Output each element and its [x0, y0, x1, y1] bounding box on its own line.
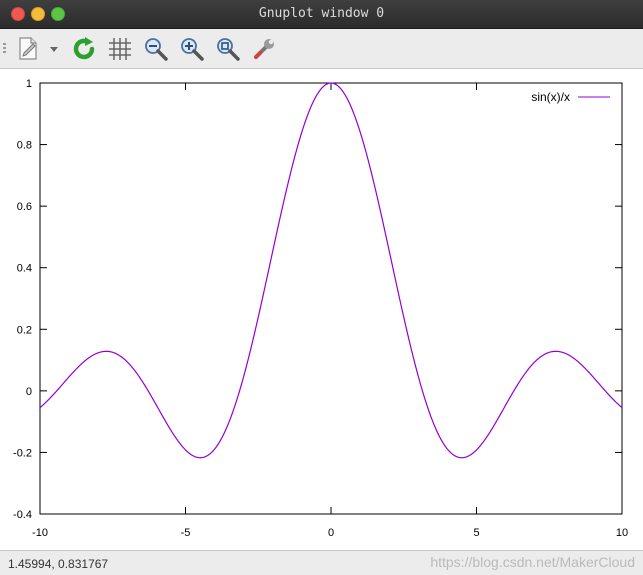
- zoom-out-icon: [145, 38, 168, 61]
- series-line-sinc: [39, 82, 623, 459]
- replot-icon: [73, 37, 95, 60]
- zoom-out-button[interactable]: [142, 35, 170, 63]
- window-title: Gnuplot window 0: [258, 6, 385, 21]
- zoom-in-button[interactable]: [178, 35, 206, 63]
- plot-border: [39, 82, 623, 515]
- x-tick-label: 10: [616, 527, 628, 539]
- replot-button[interactable]: [70, 35, 98, 63]
- configuration-button[interactable]: [250, 35, 278, 63]
- copy-clipboard-icon: [19, 37, 37, 60]
- legend-label-sinc: sin(x)/x: [531, 90, 570, 104]
- y-tick-label: 0: [26, 386, 32, 398]
- grid-icon: [109, 38, 131, 60]
- clipboard-menu-button[interactable]: [46, 35, 62, 63]
- toolbar: [0, 29, 643, 69]
- y-tick-label: -0.2: [13, 447, 32, 459]
- watermark-text: https://blog.csdn.net/MakerCloud: [430, 554, 635, 570]
- dropdown-arrow-icon: [50, 47, 58, 52]
- toggle-grid-button[interactable]: [106, 35, 134, 63]
- y-tick-label: -0.4: [13, 509, 32, 521]
- y-tick-label: 1: [26, 78, 32, 90]
- y-tick-label: 0.8: [17, 140, 32, 152]
- toolbar-grip-icon[interactable]: [3, 43, 6, 55]
- x-tick-label: 5: [473, 527, 479, 539]
- zoom-fit-icon: [217, 38, 240, 61]
- mouse-coordinates: 1.45994, 0.831767: [8, 557, 109, 571]
- x-tick-label: -10: [32, 527, 48, 539]
- plot-svg: -0.4 -0.2 0 0.2 0.4 0.6 0.8 1 -10 -5 0 5 10 sin(x)/x: [13, 78, 628, 539]
- series-layer: [39, 82, 623, 459]
- x-tick-label: 0: [328, 527, 334, 539]
- plot-canvas[interactable]: -0.4 -0.2 0 0.2 0.4 0.6 0.8 1 -10 -5 0 5 10 sin(x)/x: [0, 70, 643, 550]
- copy-clipboard-button[interactable]: [14, 35, 42, 63]
- title-bar: Gnuplot window 0: [0, 0, 643, 29]
- y-tick-label: 0.2: [17, 324, 32, 336]
- legend: sin(x)/x: [531, 90, 610, 104]
- zoom-fit-button[interactable]: [214, 35, 242, 63]
- zoom-in-icon: [181, 38, 204, 61]
- config-wrench-icon: [254, 39, 274, 59]
- ticks-layer: -0.4 -0.2 0 0.2 0.4 0.6 0.8 1 -10 -5 0 5 10: [13, 78, 628, 539]
- status-bar: 1.45994, 0.831767 https://blog.csdn.net/…: [0, 550, 643, 575]
- x-tick-label: -5: [181, 527, 191, 539]
- y-tick-label: 0.6: [17, 201, 32, 213]
- y-tick-label: 0.4: [17, 263, 32, 275]
